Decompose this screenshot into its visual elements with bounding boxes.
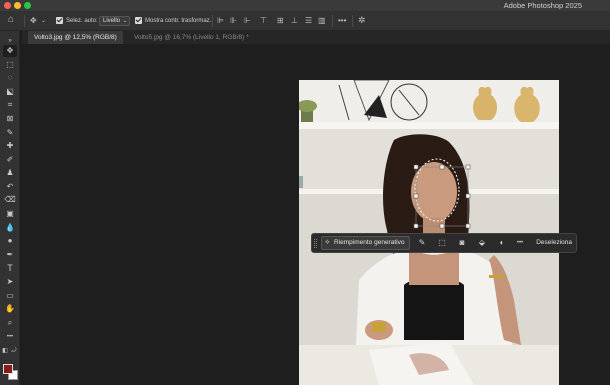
align-top-icon[interactable]: ⊤ <box>260 16 267 26</box>
options-divider <box>332 15 333 27</box>
eyedropper-tool-icon[interactable]: ✎ <box>3 127 17 139</box>
type-tool-icon[interactable]: T <box>3 262 17 274</box>
gear-icon[interactable]: ✲ <box>358 15 366 25</box>
more-options-icon[interactable]: ••• <box>514 237 526 249</box>
crop-tool-icon[interactable]: ⌗ <box>3 99 17 111</box>
fill-selection-icon[interactable]: ⬙ <box>476 237 488 249</box>
modify-selection-icon[interactable]: ✎ <box>416 237 428 249</box>
rectangle-tool-icon[interactable]: ▭ <box>3 290 17 302</box>
object-selection-tool-icon[interactable]: ⬕ <box>3 86 17 98</box>
align-middle-v-icon[interactable]: ⊞ <box>277 16 284 26</box>
auto-select-checkbox[interactable] <box>56 17 63 24</box>
history-brush-tool-icon[interactable]: ↶ <box>3 181 17 193</box>
align-right-icon[interactable]: ⊩ <box>244 16 251 26</box>
adjustment-layer-icon[interactable]: ◐ <box>496 237 508 249</box>
show-transform-label: Mostra contr. trasformaz. <box>145 18 212 24</box>
more-options-icon[interactable]: ••• <box>338 16 346 26</box>
contextual-task-bar: ⟡ Riempimento generativo ✎ ⬚ ◙ ⬙ ◐ ••• D… <box>311 233 577 253</box>
tab-volto3[interactable]: Volto3.jpg @ 12,5% (RGB/8) <box>28 31 123 44</box>
brush-tool-icon[interactable]: ✐ <box>3 154 17 166</box>
tools-panel: » ✥ ⬚ ◌ ⬕ ⌗ ⊠ ✎ ✚ ✐ ♟ ↶ ⌫ ▣ 💧 ● ✒ T ➤ ▭ … <box>0 31 20 385</box>
distribute-spacing-icon[interactable]: ▥ <box>318 16 326 26</box>
clone-stamp-tool-icon[interactable]: ♟ <box>3 167 17 179</box>
auto-select-label: Selez. auto: <box>66 18 98 24</box>
healing-brush-tool-icon[interactable]: ✚ <box>3 140 17 152</box>
frame-tool-icon[interactable]: ⊠ <box>3 113 17 125</box>
create-mask-icon[interactable]: ◙ <box>456 237 468 249</box>
hand-tool-icon[interactable]: ✋ <box>3 303 17 315</box>
options-divider <box>352 15 353 27</box>
tab-label: Volto3.jpg @ 12,5% (RGB/8) <box>34 34 117 41</box>
zoom-window-button[interactable] <box>24 2 31 9</box>
options-divider <box>212 15 213 27</box>
path-selection-tool-icon[interactable]: ➤ <box>3 276 17 288</box>
sparkle-icon: ⟡ <box>325 239 330 246</box>
home-icon[interactable]: ⌂ <box>8 15 14 25</box>
window-titlebar: Adobe Photoshop 2025 <box>0 0 610 11</box>
move-tool-icon[interactable]: ✥ <box>3 45 17 57</box>
tool-preset-chevron-icon[interactable]: ⌄ <box>41 16 46 26</box>
align-bottom-icon[interactable]: ⊥ <box>291 16 298 26</box>
eraser-tool-icon[interactable]: ⌫ <box>3 194 17 206</box>
options-bar: ⌂ ✥ ⌄ Selez. auto: Livello ⌄ Mostra cont… <box>0 11 610 31</box>
zoom-tool-icon[interactable]: ⌕ <box>3 317 17 329</box>
dodge-tool-icon[interactable]: ● <box>3 235 17 247</box>
edit-toolbar-icon[interactable]: ••• <box>3 331 17 343</box>
tab-volto5[interactable]: Volto5.jpg @ 16,7% (Livello 1, RGB/8) * <box>128 31 255 44</box>
auto-select-value: Livello <box>103 18 121 24</box>
options-divider <box>24 15 25 27</box>
close-window-button[interactable] <box>4 2 11 9</box>
deselect-button[interactable]: Deseleziona <box>536 237 572 249</box>
align-center-h-icon[interactable]: ⊪ <box>230 16 237 26</box>
select-and-mask-icon[interactable]: ⬚ <box>436 237 448 249</box>
drag-handle-icon[interactable] <box>314 239 317 248</box>
move-tool-icon[interactable]: ✥ <box>30 16 37 26</box>
minimize-window-button[interactable] <box>14 2 21 9</box>
marquee-tool-icon[interactable]: ⬚ <box>3 59 17 71</box>
distribute-icon[interactable]: ☰ <box>305 16 312 26</box>
document-tabs: Volto3.jpg @ 12,5% (RGB/8) Volto5.jpg @ … <box>22 31 610 44</box>
swap-colors-icon[interactable]: ⤾ <box>10 345 18 357</box>
generative-fill-button[interactable]: ⟡ Riempimento generativo <box>321 236 410 250</box>
pen-tool-icon[interactable]: ✒ <box>3 249 17 261</box>
align-left-icon[interactable]: ⊫ <box>217 16 224 26</box>
tab-label: Volto5.jpg @ 16,7% (Livello 1, RGB/8) * <box>134 34 249 41</box>
generative-fill-label: Riempimento generativo <box>334 239 405 246</box>
blur-tool-icon[interactable]: 💧 <box>3 222 17 234</box>
foreground-color-swatch[interactable] <box>3 364 13 374</box>
lasso-tool-icon[interactable]: ◌ <box>3 72 17 84</box>
gradient-tool-icon[interactable]: ▣ <box>3 208 17 220</box>
auto-select-dropdown[interactable]: Livello ⌄ <box>99 16 130 26</box>
chevron-down-icon: ⌄ <box>122 18 127 24</box>
default-colors-icon[interactable]: ◧ <box>1 345 9 357</box>
show-transform-checkbox[interactable] <box>135 17 142 24</box>
app-title: Adobe Photoshop 2025 <box>503 1 582 10</box>
